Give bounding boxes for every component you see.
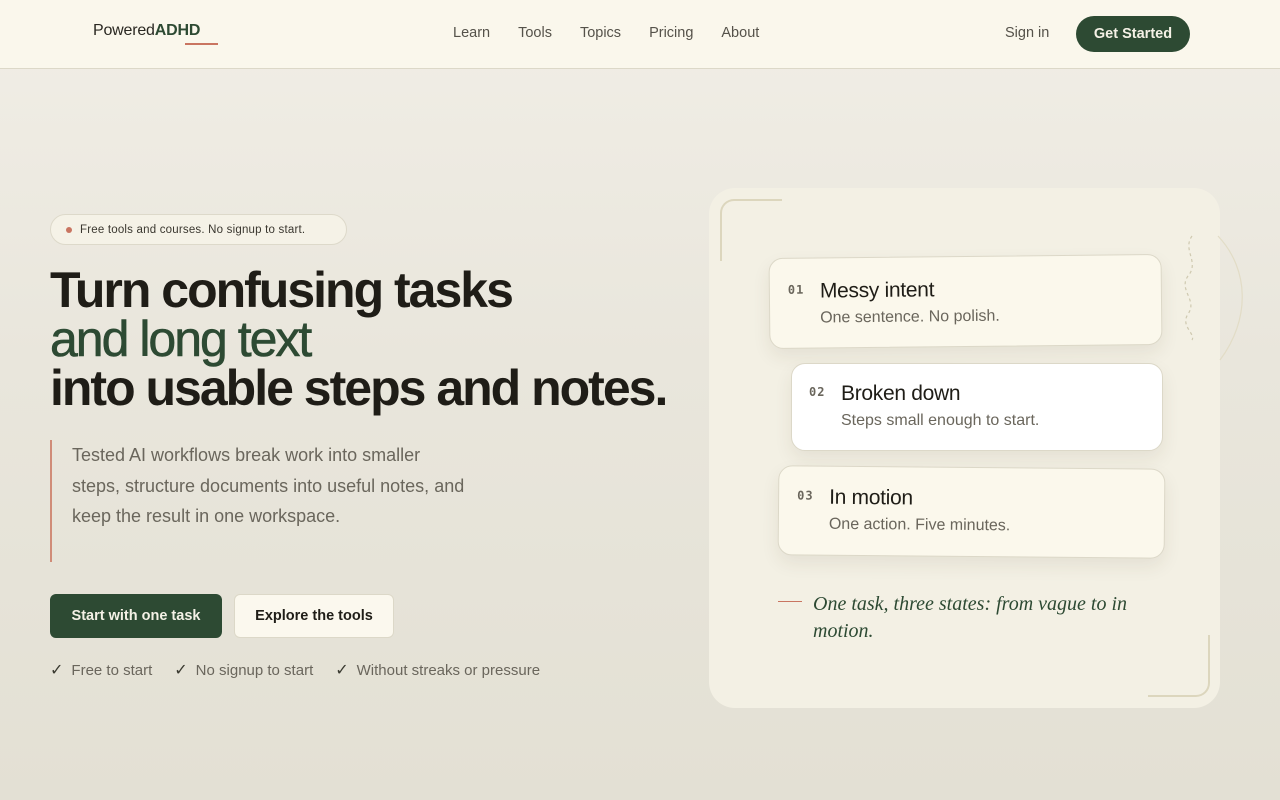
step-title: Messy intent	[819, 278, 935, 303]
explore-tools-button[interactable]: Explore the tools	[234, 594, 394, 638]
sign-in-link[interactable]: Sign in	[1005, 25, 1049, 41]
step-subtitle: One sentence. No polish.	[820, 307, 1000, 327]
step-number: 03	[797, 488, 814, 503]
step-subtitle: Steps small enough to start.	[841, 412, 1040, 429]
logo-underline	[185, 43, 218, 45]
step-title: In motion	[829, 485, 913, 510]
check-label: No signup to start	[195, 661, 314, 679]
step-number: 02	[809, 385, 826, 399]
caption-dash	[778, 601, 802, 602]
get-started-button[interactable]: Get Started	[1076, 16, 1190, 52]
check-label: Without streaks or pressure	[356, 661, 541, 679]
check-item: ✓ Free to start	[50, 660, 152, 680]
hero-description: Tested AI workflows break work into smal…	[50, 440, 470, 562]
step-subtitle: One action. Five minutes.	[828, 515, 1011, 535]
headline-line-3: into usable steps and notes.	[50, 360, 668, 416]
check-item: ✓ Without streaks or pressure	[335, 660, 540, 680]
checkmark-icon: ✓	[50, 662, 64, 679]
step-card-3: 03 In motion One action. Five minutes.	[777, 465, 1166, 559]
headline-line-2: and long text	[50, 311, 313, 367]
checkmark-icon: ✓	[335, 662, 349, 679]
nav-tools[interactable]: Tools	[518, 25, 552, 41]
step-number: 01	[787, 282, 805, 297]
start-task-button[interactable]: Start with one task	[50, 594, 222, 638]
badge-text: Free tools and courses. No signup to sta…	[80, 223, 306, 236]
site-header: PoweredADHD Learn Tools Topics Pricing A…	[0, 0, 1280, 69]
hero-badge: Free tools and courses. No signup to sta…	[50, 214, 347, 245]
step-card-2: 02 Broken down Steps small enough to sta…	[791, 363, 1163, 451]
corner-bracket-top-left	[720, 199, 782, 261]
logo-prefix: Powered	[93, 22, 155, 39]
feature-checks: ✓ Free to start ✓ No signup to start ✓ W…	[50, 660, 562, 680]
nav-topics[interactable]: Topics	[580, 25, 621, 41]
nav-pricing[interactable]: Pricing	[649, 25, 693, 41]
nav-learn[interactable]: Learn	[453, 25, 490, 41]
checkmark-icon: ✓	[174, 662, 188, 679]
headline-line-1: Turn confusing tasks	[50, 262, 514, 318]
step-card-1: 01 Messy intent One sentence. No polish.	[768, 253, 1163, 350]
step-title: Broken down	[841, 382, 961, 405]
main-nav: Learn Tools Topics Pricing About	[453, 25, 787, 41]
logo[interactable]: PoweredADHD	[93, 22, 200, 40]
badge-dot-icon	[66, 226, 72, 233]
check-item: ✓ No signup to start	[174, 660, 313, 680]
hero-headline: Turn confusing tasks and long text into …	[50, 262, 669, 416]
nav-about[interactable]: About	[721, 25, 759, 41]
card-caption: One task, three states: from vague to in…	[813, 593, 1128, 642]
logo-strong: ADHD	[154, 22, 201, 39]
check-label: Free to start	[71, 661, 153, 679]
squiggle-decoration-icon	[1184, 235, 1243, 361]
